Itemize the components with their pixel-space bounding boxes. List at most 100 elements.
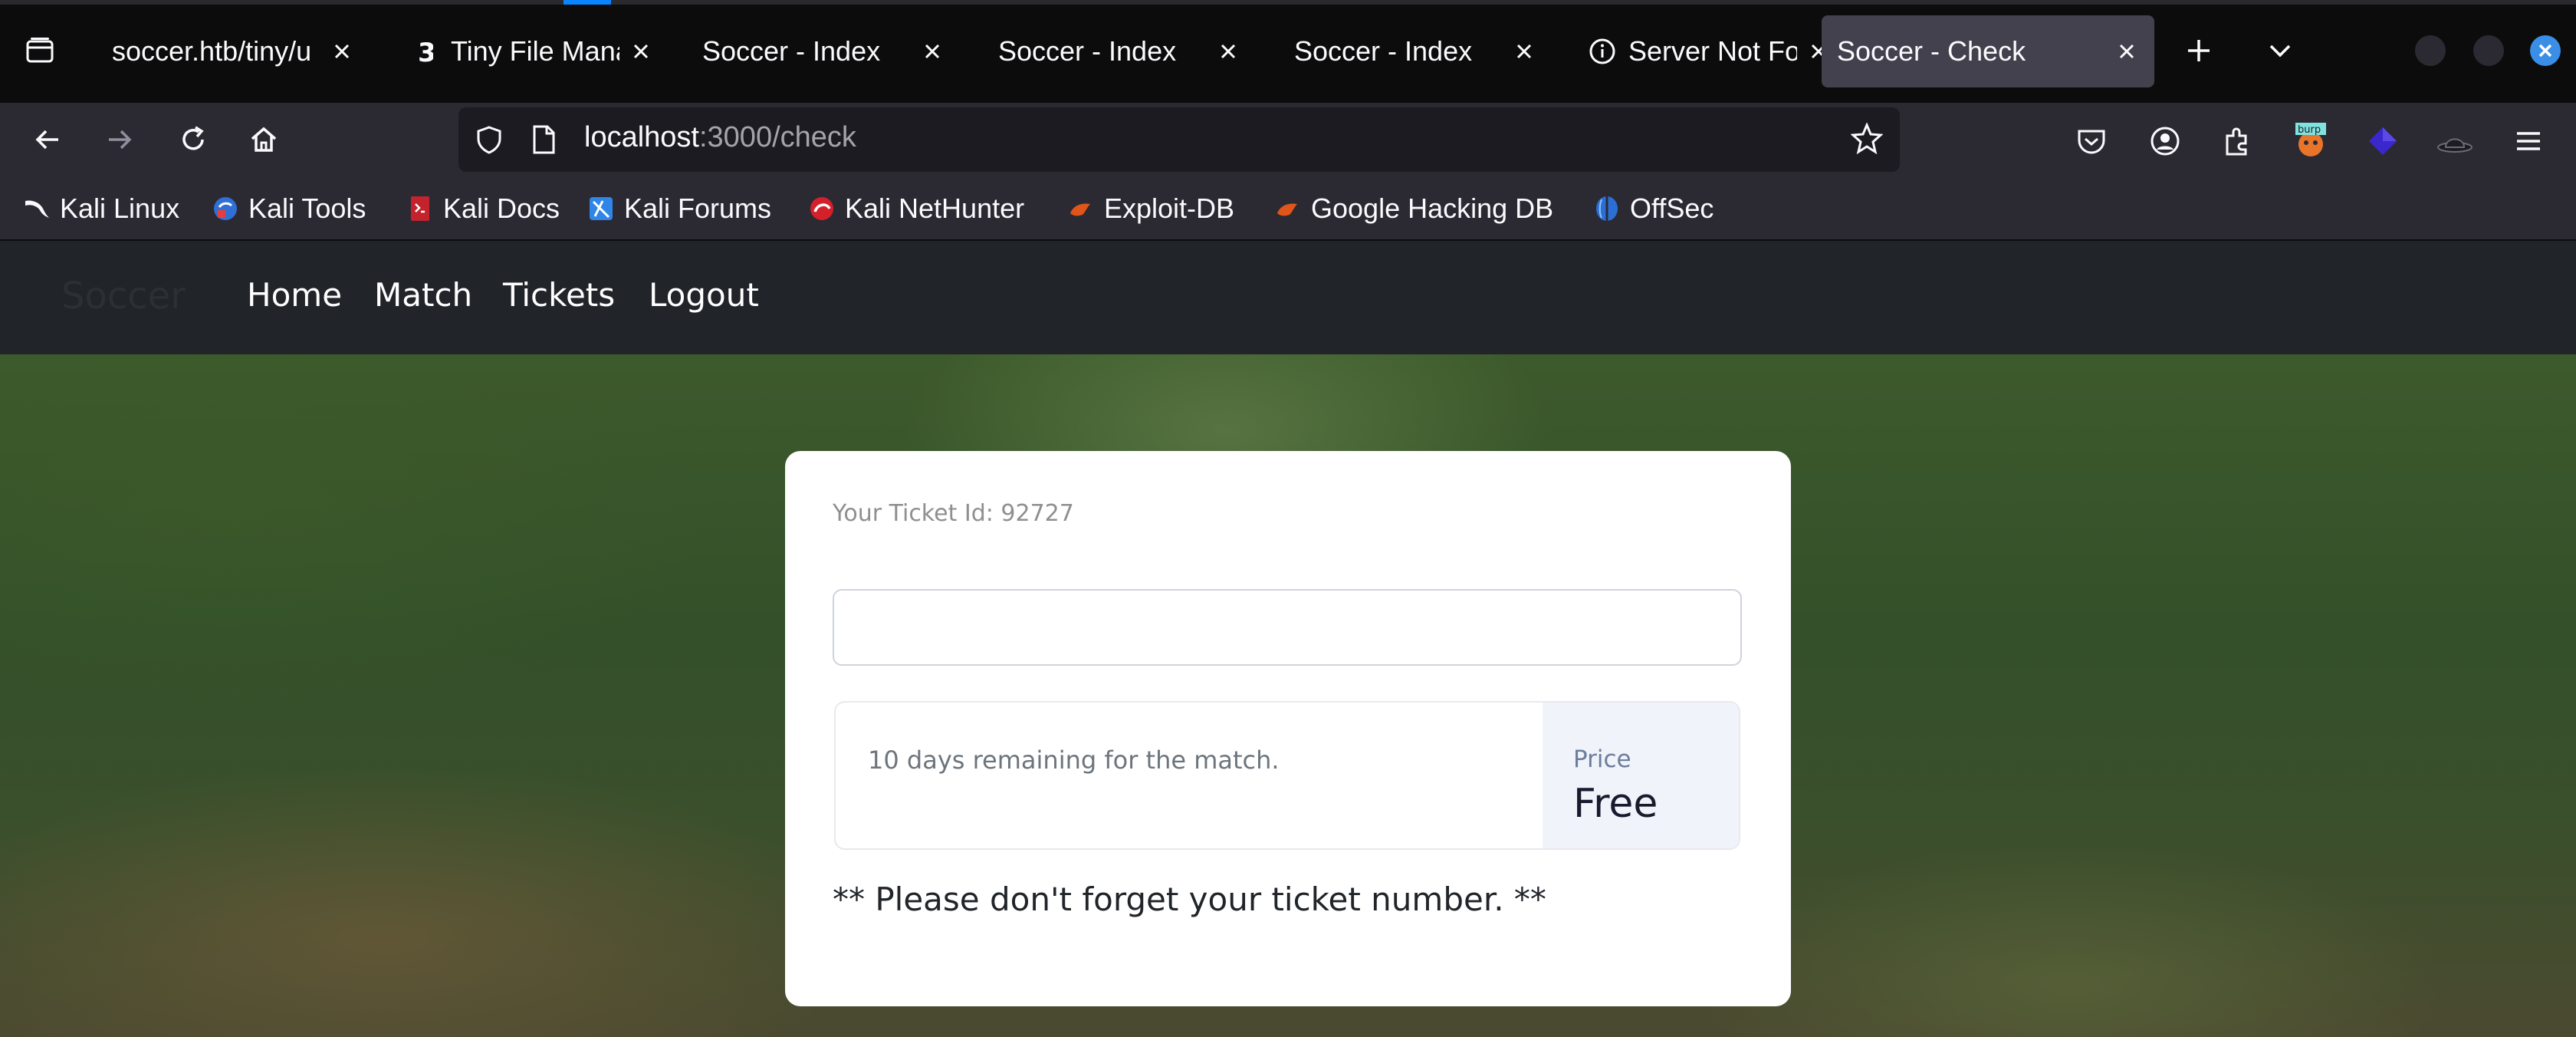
kali-dragon-icon (23, 195, 51, 222)
site-brand[interactable]: Soccer (61, 275, 186, 318)
extensions-icon[interactable] (2217, 121, 2257, 161)
tab-title: Soccer - Index (702, 35, 881, 67)
url-path: :3000/check (698, 121, 856, 153)
days-remaining-text: 10 days remaining for the match. (868, 746, 1280, 775)
ticket-reminder-text: ** Please don't forget your ticket numbe… (833, 881, 1546, 918)
url-bar[interactable]: localhost:3000/check (458, 107, 1900, 172)
firefox-view-button[interactable] (20, 31, 60, 71)
close-icon[interactable] (2111, 36, 2142, 67)
hat-extension-icon[interactable] (2435, 121, 2475, 161)
bookmark-label: Kali Forums (624, 193, 772, 224)
maximize-button[interactable] (2473, 35, 2504, 66)
reload-button[interactable] (172, 118, 215, 161)
bookmark-label: Exploit-DB (1104, 193, 1235, 224)
arrow-right-icon (109, 130, 132, 150)
bookmark-label: Kali Docs (443, 193, 560, 224)
nav-link-home[interactable]: Home (247, 276, 342, 314)
active-indicator (564, 0, 611, 5)
bookmark-kali-linux[interactable]: Kali Linux (23, 190, 179, 227)
forward-button[interactable] (98, 118, 141, 161)
bookmark-label: Kali Linux (60, 193, 180, 224)
bookmarks-toolbar: Kali Linux Kali Tools Kali Docs Kali For… (0, 176, 2576, 241)
tab-list-icon (26, 38, 54, 63)
shield-icon[interactable] (474, 124, 504, 158)
new-tab-button[interactable] (2177, 29, 2220, 72)
site-navbar: Soccer Home Match Tickets Logout (0, 241, 2576, 354)
list-all-tabs-button[interactable] (2259, 29, 2302, 72)
exploitdb-icon (1067, 195, 1095, 222)
page-icon[interactable] (531, 124, 557, 158)
close-icon[interactable] (917, 36, 948, 67)
account-icon[interactable] (2145, 121, 2185, 161)
hamburger-menu-icon[interactable] (2509, 121, 2548, 161)
bookmark-label: Kali Tools (248, 193, 366, 224)
close-icon[interactable] (1213, 36, 1244, 67)
tab-title: Tiny File Mana (451, 35, 619, 67)
price-panel: Price Free (1543, 703, 1739, 848)
close-icon (2538, 44, 2552, 58)
tab-1[interactable]: 3 Tiny File Mana (396, 15, 669, 87)
ticket-id-label: Your Ticket Id: 92727 (833, 500, 1074, 527)
bookmark-exploit-db[interactable]: Exploit-DB (1067, 190, 1234, 227)
nav-link-tickets[interactable]: Tickets (503, 276, 615, 314)
tab-3[interactable]: Soccer - Index (983, 15, 1256, 87)
tab-title: Soccer - Index (1294, 35, 1473, 67)
close-icon[interactable] (626, 36, 656, 67)
kali-forums-icon (587, 195, 615, 222)
bookmark-kali-nethunter[interactable]: Kali NetHunter (808, 190, 1024, 227)
close-icon[interactable] (1509, 36, 1539, 67)
window-close-button[interactable] (2530, 35, 2561, 66)
home-icon (251, 127, 277, 152)
back-button[interactable] (26, 118, 69, 161)
tab-title: Soccer - Check (1837, 35, 2026, 67)
ticket-info-box: 10 days remaining for the match. Price F… (834, 701, 1740, 850)
arrow-left-icon (35, 130, 58, 150)
browser-tab-strip: soccer.htb/tiny/u 3 Tiny File Mana Socce… (0, 0, 2576, 103)
tab-strip-topline (0, 0, 2576, 5)
nav-link-match[interactable]: Match (374, 276, 472, 314)
tab-0[interactable]: soccer.htb/tiny/u (97, 15, 370, 87)
bookmark-kali-docs[interactable]: Kali Docs (406, 190, 560, 227)
bookmark-label: Google Hacking DB (1311, 193, 1554, 224)
nav-link-logout[interactable]: Logout (649, 276, 759, 314)
nethunter-icon (808, 195, 836, 222)
tab-4[interactable]: Soccer - Index (1279, 15, 1552, 87)
plus-icon (2188, 40, 2210, 61)
chevron-down-icon (2269, 44, 2291, 58)
home-button[interactable] (242, 118, 285, 161)
ticket-check-card: Your Ticket Id: 92727 10 days remaining … (785, 451, 1791, 1006)
bookmark-offsec[interactable]: OffSec (1593, 190, 1714, 227)
price-value: Free (1573, 781, 1658, 827)
ticket-number-input[interactable] (833, 589, 1742, 666)
page-viewport: Soccer Home Match Tickets Logout Your Ti… (0, 241, 2576, 1037)
offsec-icon (1593, 195, 1621, 222)
tab-5[interactable]: Server Not Fo (1573, 15, 1846, 87)
kali-docs-icon (406, 195, 434, 222)
tab-2[interactable]: Soccer - Index (687, 15, 960, 87)
close-icon[interactable] (327, 36, 357, 67)
burp-extension-icon[interactable]: burp (2291, 121, 2331, 161)
kali-tools-icon (212, 195, 239, 222)
price-label: Price (1573, 746, 1631, 773)
url-host: localhost (584, 121, 699, 153)
tab-6-active[interactable]: Soccer - Check (1822, 15, 2154, 87)
svg-text:3: 3 (418, 38, 433, 64)
bookmark-star-icon[interactable] (1850, 122, 1884, 158)
burp-badge-label: burp (2298, 124, 2321, 136)
tinyfm-icon: 3 (411, 38, 439, 65)
ghdb-icon (1274, 195, 1302, 222)
bookmark-label: OffSec (1630, 193, 1714, 224)
pocket-icon[interactable] (2072, 121, 2111, 161)
url-text[interactable]: localhost:3000/check (584, 121, 856, 154)
tab-title: Soccer - Index (998, 35, 1177, 67)
tab-title: Server Not Fo (1628, 35, 1797, 67)
bookmark-kali-forums[interactable]: Kali Forums (587, 190, 771, 227)
minimize-button[interactable] (2415, 35, 2446, 66)
navigation-toolbar: localhost:3000/check burp (0, 103, 2576, 176)
reload-icon (182, 126, 204, 150)
tab-title: soccer.htb/tiny/u (112, 35, 312, 67)
bookmark-google-hacking-db[interactable]: Google Hacking DB (1274, 190, 1553, 227)
purple-diamond-extension-icon[interactable] (2363, 121, 2403, 161)
bookmark-kali-tools[interactable]: Kali Tools (212, 190, 366, 227)
bookmark-label: Kali NetHunter (845, 193, 1025, 224)
